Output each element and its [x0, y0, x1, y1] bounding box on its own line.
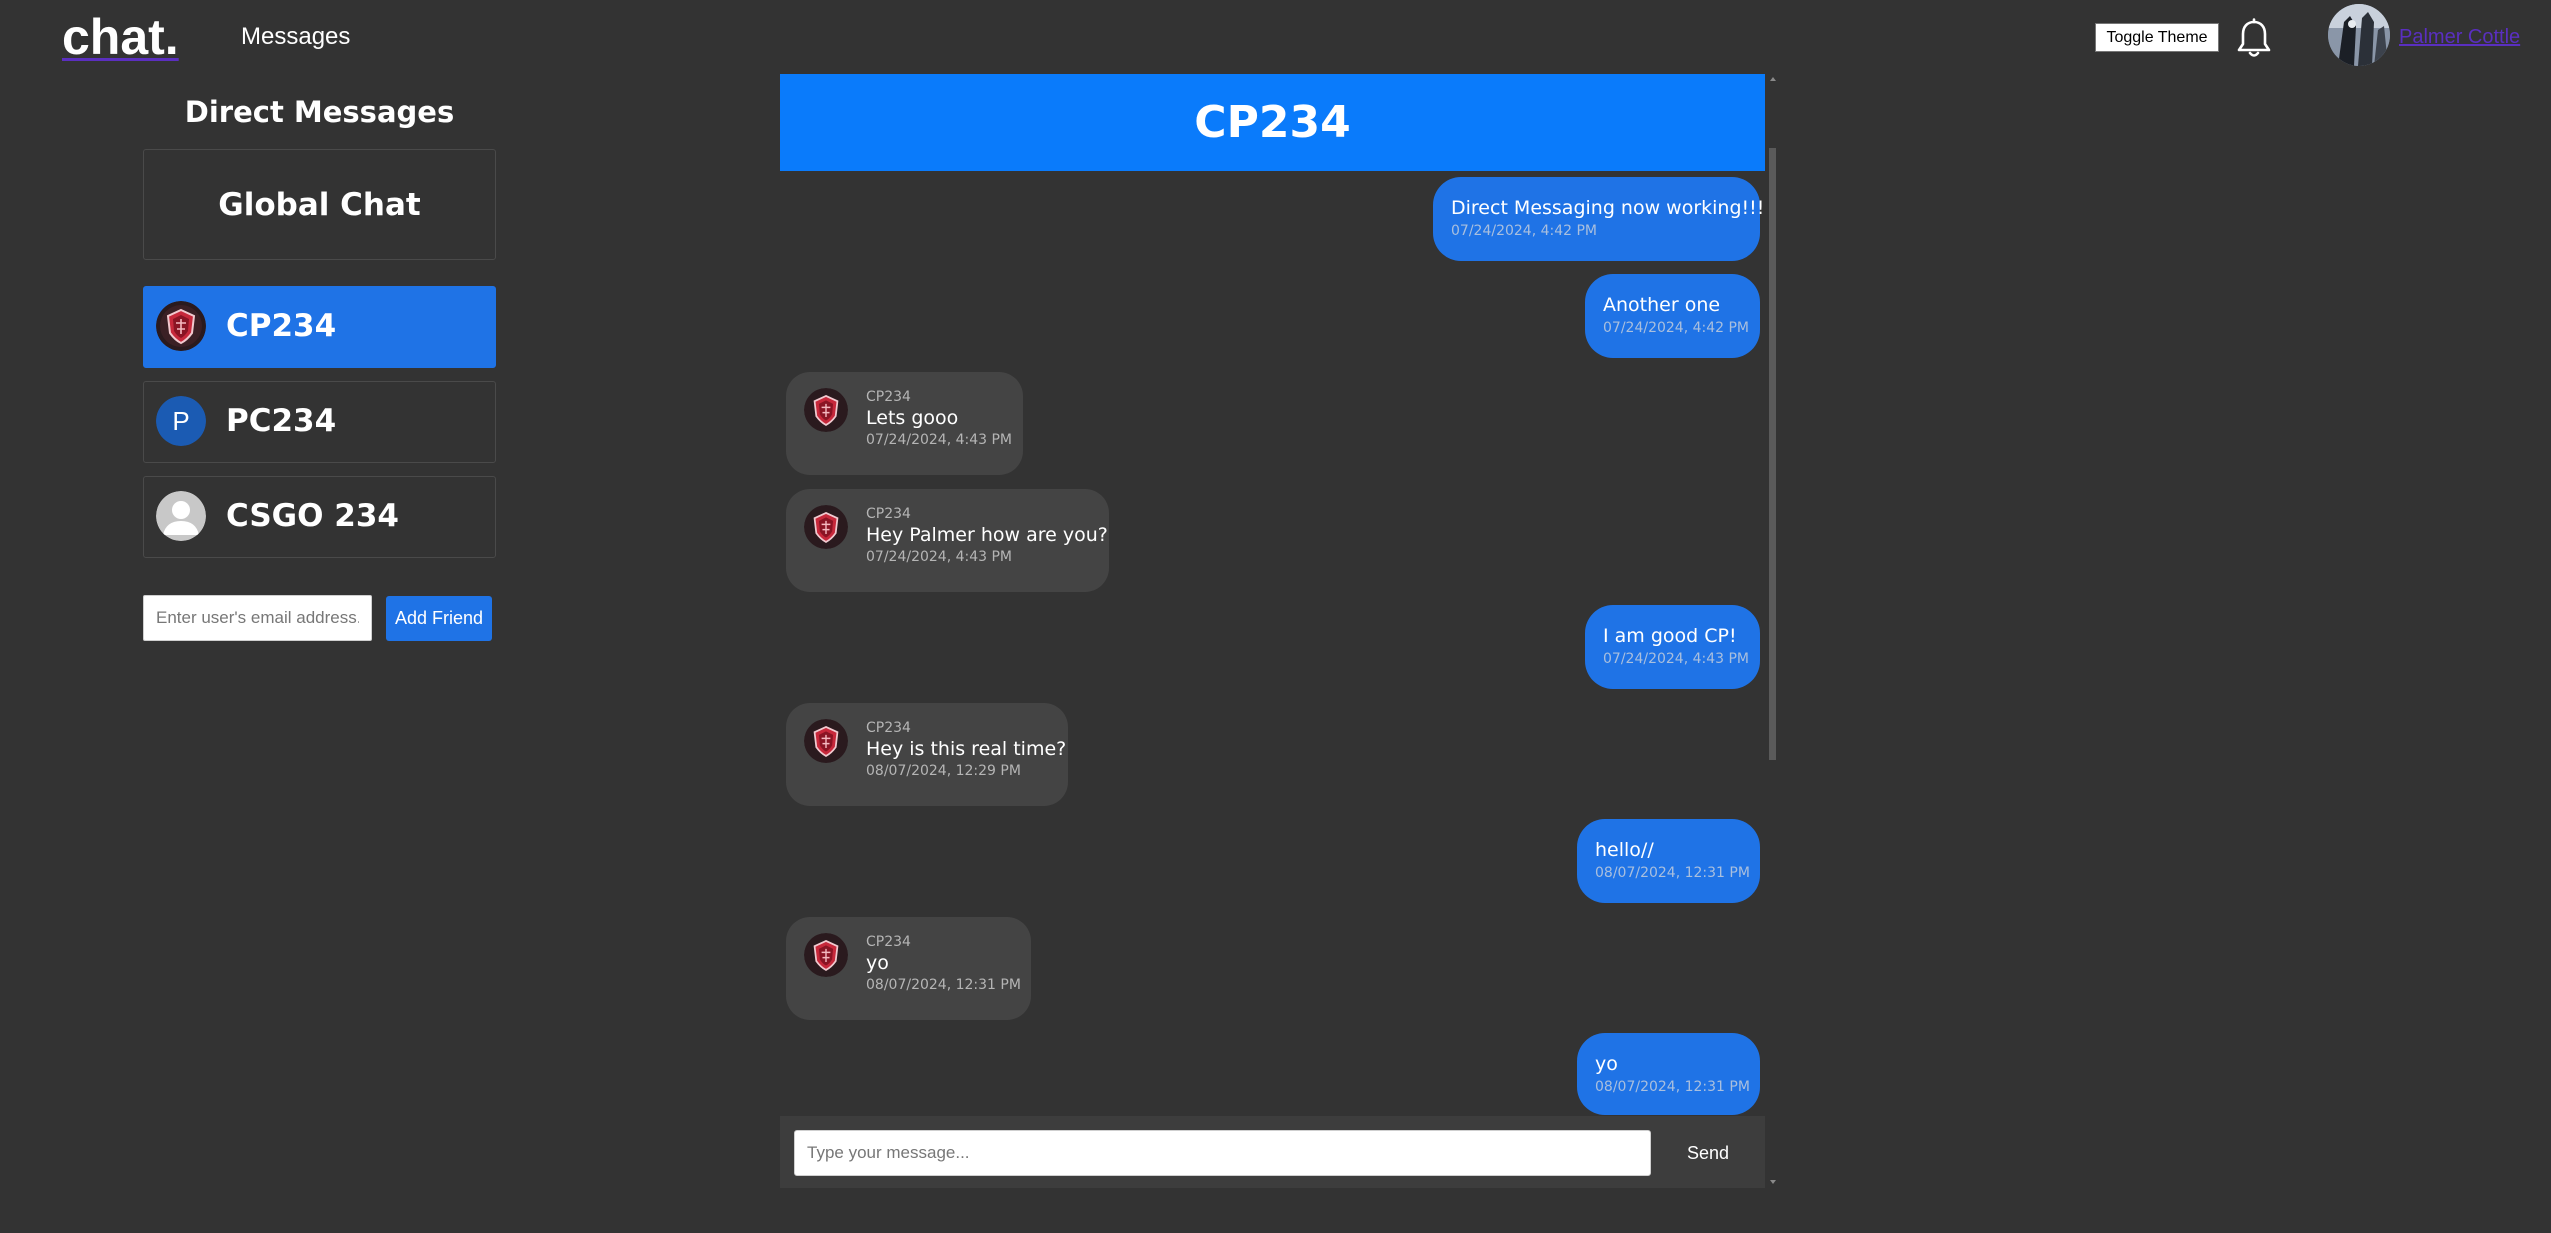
- global-chat-button[interactable]: Global Chat: [143, 149, 496, 260]
- friend-name: CP234: [226, 308, 337, 344]
- friend-item-csgo234[interactable]: CSGO 234: [143, 476, 496, 558]
- message-text: Hey is this real time?: [866, 738, 1067, 760]
- message-time: 08/07/2024, 12:31 PM: [1595, 865, 1750, 881]
- message-sender: CP234: [866, 720, 911, 736]
- friend-name: PC234: [226, 403, 337, 439]
- message-text: Direct Messaging now working!!!: [1451, 197, 1765, 219]
- default-user-icon: [156, 491, 206, 541]
- sidebar-title: Direct Messages: [184, 95, 455, 129]
- message-sender: CP234: [866, 934, 911, 950]
- message-outgoing: I am good CP! 07/24/2024, 4:43 PM: [1585, 605, 1760, 689]
- friend-name: CSGO 234: [226, 498, 399, 534]
- message-time: 07/24/2024, 4:43 PM: [866, 549, 1013, 565]
- send-button[interactable]: Send: [1661, 1130, 1755, 1176]
- message-outgoing: Direct Messaging now working!!! 07/24/20…: [1433, 177, 1764, 261]
- message-time: 07/24/2024, 4:43 PM: [1603, 651, 1750, 667]
- scroll-down-arrow-icon[interactable]: [1770, 1180, 1776, 1184]
- message-outgoing: yo 08/07/2024, 12:31 PM: [1577, 1033, 1760, 1115]
- letter-avatar: P: [156, 396, 206, 446]
- shield-avatar-icon: [156, 301, 206, 351]
- message-text: Lets gooo: [866, 407, 959, 429]
- message-outgoing: hello// 08/07/2024, 12:31 PM: [1577, 819, 1760, 903]
- nav-messages-link[interactable]: Messages: [241, 22, 350, 52]
- shield-avatar-icon: [804, 505, 848, 549]
- message-incoming: CP234 yo 08/07/2024, 12:31 PM: [786, 917, 1031, 1020]
- chat-title: CP234: [780, 74, 1765, 171]
- bell-icon[interactable]: [2236, 18, 2272, 60]
- shield-avatar-icon: [804, 933, 848, 977]
- shield-avatar-icon: [804, 388, 848, 432]
- toggle-theme-button[interactable]: Toggle Theme: [2095, 23, 2219, 52]
- message-time: 07/24/2024, 4:42 PM: [1603, 320, 1750, 336]
- message-text: Another one: [1603, 294, 1721, 316]
- scroll-up-arrow-icon[interactable]: [1770, 77, 1776, 81]
- message-text: hello//: [1595, 839, 1654, 861]
- message-incoming: CP234 Lets gooo 07/24/2024, 4:43 PM: [786, 372, 1023, 475]
- friend-item-pc234[interactable]: P PC234: [143, 381, 496, 463]
- message-time: 08/07/2024, 12:31 PM: [1595, 1079, 1750, 1095]
- message-incoming: CP234 Hey is this real time? 08/07/2024,…: [786, 703, 1068, 806]
- message-time: 08/07/2024, 12:31 PM: [866, 977, 1021, 993]
- message-text: yo: [866, 952, 889, 974]
- message-input[interactable]: [794, 1130, 1651, 1176]
- chat-scrollbar-thumb[interactable]: [1769, 148, 1776, 760]
- message-time: 07/24/2024, 4:42 PM: [1451, 223, 1598, 239]
- message-time: 07/24/2024, 4:43 PM: [866, 432, 1013, 448]
- add-friend-button[interactable]: Add Friend: [386, 596, 492, 641]
- message-incoming: CP234 Hey Palmer how are you? 07/24/2024…: [786, 489, 1109, 592]
- message-sender: CP234: [866, 389, 911, 405]
- shield-avatar-icon: [804, 719, 848, 763]
- message-text: Hey Palmer how are you?: [866, 524, 1108, 546]
- friend-item-cp234[interactable]: CP234: [143, 286, 496, 368]
- message-outgoing: Another one 07/24/2024, 4:42 PM: [1585, 274, 1760, 358]
- message-text: I am good CP!: [1603, 625, 1737, 647]
- friend-email-input[interactable]: [143, 595, 372, 641]
- message-sender: CP234: [866, 506, 911, 522]
- message-time: 08/07/2024, 12:29 PM: [866, 763, 1021, 779]
- message-text: yo: [1595, 1053, 1618, 1075]
- app-logo[interactable]: chat.: [62, 6, 179, 68]
- profile-avatar[interactable]: [2328, 4, 2390, 66]
- profile-name-link[interactable]: Palmer Cottle: [2399, 26, 2520, 49]
